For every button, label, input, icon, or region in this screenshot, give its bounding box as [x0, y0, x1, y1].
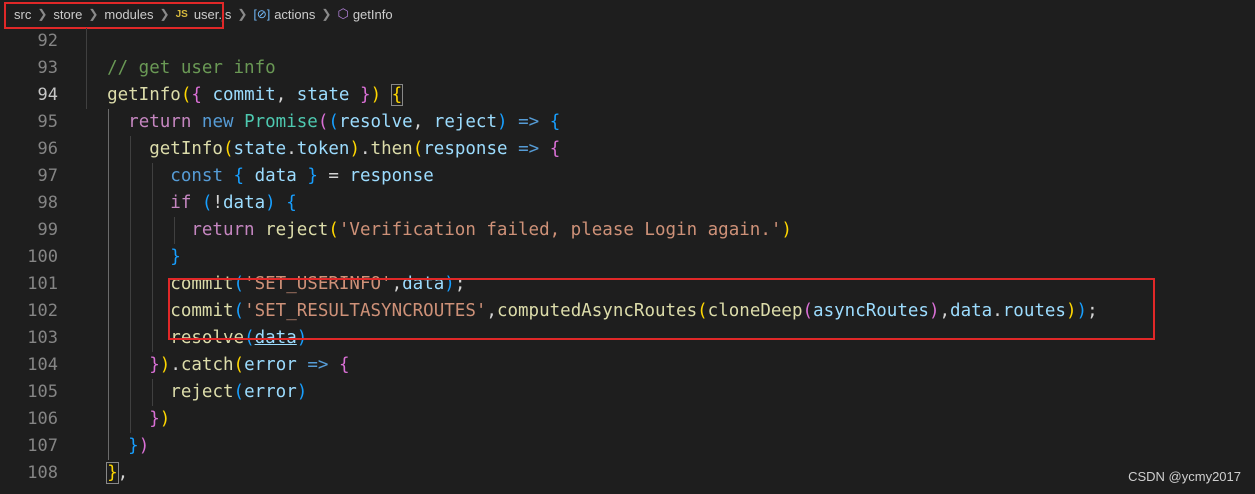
- breadcrumb-modules[interactable]: modules: [104, 7, 153, 22]
- line-number-active: 94: [37, 85, 58, 105]
- line-number: 104: [27, 355, 58, 375]
- code-line: },: [106, 462, 129, 484]
- chevron-right-icon: ❯: [237, 7, 248, 21]
- line-number: 97: [37, 166, 58, 186]
- chevron-right-icon: ❯: [321, 7, 332, 21]
- line-number: 107: [27, 436, 58, 456]
- code-keyword: return: [128, 112, 192, 132]
- code-line: }: [86, 244, 1255, 271]
- code-function: getInfo: [107, 85, 181, 105]
- line-number: 92: [37, 31, 58, 51]
- chevron-right-icon: ❯: [88, 7, 99, 21]
- code-string: 'Verification failed, please Login again…: [338, 220, 782, 240]
- code-line: resolve(data): [86, 325, 1255, 352]
- code-function: cloneDeep: [707, 301, 803, 321]
- symbol-variable-icon: [⊘]: [253, 7, 271, 21]
- code-line: commit('SET_USERINFO',data);: [86, 271, 1255, 298]
- code-param: state: [296, 85, 350, 105]
- code-variable: data: [950, 301, 993, 321]
- javascript-file-icon: JS: [175, 8, 188, 20]
- line-number: 93: [37, 58, 58, 78]
- code-function: commit: [170, 301, 234, 321]
- watermark: CSDN @ycmy2017: [1128, 469, 1241, 484]
- bracket-match: {: [390, 84, 404, 106]
- code-line: // get user info: [86, 55, 1255, 82]
- code-param: reject: [433, 112, 497, 132]
- breadcrumb-actions[interactable]: [⊘] actions: [253, 7, 315, 22]
- line-number: 95: [37, 112, 58, 132]
- code-variable: data: [254, 166, 297, 186]
- code-function: commit: [170, 274, 234, 294]
- line-number-gutter: 92 93 94 95 96 97 98 99 100 101 102 103 …: [0, 28, 72, 487]
- code-variable: data: [254, 328, 297, 348]
- code-param: resolve: [338, 112, 413, 132]
- code-line: getInfo(state.token).then(response => {: [86, 136, 1255, 163]
- chevron-right-icon: ❯: [37, 7, 48, 21]
- code-line: reject(error): [86, 379, 1255, 406]
- code-variable: asyncRoutes: [813, 301, 929, 321]
- code-variable: state: [233, 139, 287, 159]
- line-number: 105: [27, 382, 58, 402]
- breadcrumb-file-label: user.js: [193, 6, 232, 22]
- code-variable: error: [244, 382, 297, 402]
- code-param: response: [423, 139, 508, 159]
- line-number: 98: [37, 193, 58, 213]
- code-variable: data: [223, 193, 266, 213]
- code-line: }): [86, 433, 1255, 460]
- code-param: commit: [212, 85, 276, 105]
- line-number: 108: [27, 463, 58, 483]
- line-number: 103: [27, 328, 58, 348]
- line-number: 96: [37, 139, 58, 159]
- line-number: 99: [37, 220, 58, 240]
- code-comment: // get user info: [107, 58, 276, 78]
- line-number: 100: [27, 247, 58, 267]
- line-number: 101: [27, 274, 58, 294]
- breadcrumb-getinfo-label: getInfo: [352, 6, 393, 22]
- code-keyword: if: [170, 193, 192, 213]
- breadcrumb-src[interactable]: src: [14, 7, 31, 22]
- code-param: error: [244, 355, 297, 375]
- code-editor[interactable]: // get user info getInfo({ commit, state…: [86, 28, 1255, 487]
- breadcrumb-store[interactable]: store: [53, 7, 82, 22]
- code-function: computedAsyncRoutes: [496, 301, 698, 321]
- code-line: if (!data) {: [86, 190, 1255, 217]
- code-operator: =>: [518, 139, 540, 159]
- code-function: getInfo: [149, 139, 223, 159]
- code-function: catch: [180, 355, 234, 375]
- code-line: return reject('Verification failed, plea…: [86, 217, 1255, 244]
- code-keyword: const: [170, 166, 223, 186]
- code-property: token: [296, 139, 350, 159]
- chevron-right-icon: ❯: [159, 7, 170, 21]
- code-function: reject: [265, 220, 329, 240]
- code-keyword: new: [201, 112, 234, 132]
- code-variable: response: [349, 166, 434, 186]
- breadcrumb-file[interactable]: JS user.js: [176, 7, 232, 22]
- code-operator: =>: [518, 112, 540, 132]
- code-string: 'SET_USERINFO': [244, 274, 392, 294]
- code-function: reject: [170, 382, 234, 402]
- symbol-method-icon: ⬡: [337, 6, 349, 21]
- code-line: const { data } = response: [86, 163, 1255, 190]
- bracket-match: }: [106, 462, 119, 484]
- code-line: getInfo({ commit, state }) {: [86, 82, 1255, 109]
- line-number: 106: [27, 409, 58, 429]
- code-function: then: [370, 139, 413, 159]
- code-operator: =>: [307, 355, 329, 375]
- code-function: resolve: [170, 328, 245, 348]
- breadcrumb: src ❯ store ❯ modules ❯ JS user.js ❯ [⊘]…: [0, 0, 1255, 28]
- code-variable: data: [402, 274, 445, 294]
- code-line: [86, 28, 1255, 55]
- line-number: 102: [27, 301, 58, 321]
- code-line: }): [86, 406, 1255, 433]
- code-class: Promise: [244, 112, 318, 132]
- code-line: }).catch(error => {: [86, 352, 1255, 379]
- code-line: return new Promise((resolve, reject) => …: [86, 109, 1255, 136]
- code-line: commit('SET_RESULTASYNCROUTES',computedA…: [86, 298, 1255, 325]
- code-string: 'SET_RESULTASYNCROUTES': [244, 301, 487, 321]
- breadcrumb-getinfo[interactable]: ⬡ getInfo: [337, 6, 392, 22]
- code-keyword: return: [191, 220, 255, 240]
- breadcrumb-actions-label: actions: [274, 6, 316, 22]
- code-property: routes: [1002, 301, 1066, 321]
